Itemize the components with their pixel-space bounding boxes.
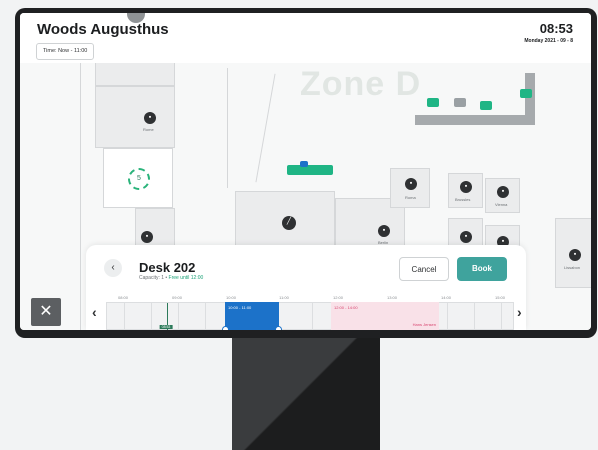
map-room-rome[interactable]: ▪ Rome <box>95 86 175 148</box>
timeline-tick: 10:00 <box>225 295 237 300</box>
timeline-tick: 12:00 <box>332 295 344 300</box>
map-room-lissabon[interactable]: ▪ Lissabon <box>555 218 591 288</box>
timeline[interactable]: 08:00 09:00 10:00 11:00 12:00 13:00 14:0… <box>106 295 514 330</box>
desk-icon: ▪ <box>405 178 417 190</box>
desk-bank <box>415 115 535 125</box>
close-button[interactable]: ✕ <box>31 298 61 326</box>
cancel-button[interactable]: Cancel <box>399 257 449 281</box>
desk-availability: Free until 12:00 <box>168 275 204 281</box>
booking-owner: Hans Jensen <box>412 322 436 327</box>
desk-icon: ▪ <box>460 231 472 243</box>
zone-label: Zone D <box>300 65 422 103</box>
map-room-stairs: ╱ <box>235 191 335 251</box>
time-filter-button[interactable]: Time: Now - 11:00 <box>36 43 95 60</box>
map-room[interactable]: ▪ <box>135 208 175 248</box>
desk-icon: ▪ <box>569 249 581 261</box>
timeline-tick: 09:00 <box>171 295 183 300</box>
existing-booking: 12:00 - 14:00 Hans Jensen <box>331 302 439 330</box>
slot-end-handle[interactable] <box>275 326 282 330</box>
map-wall <box>255 73 276 183</box>
chevron-left-icon: ‹ <box>111 262 115 273</box>
map-wall <box>227 68 228 188</box>
desk-icon: ▪ <box>378 225 390 237</box>
room-label: Brussles <box>455 197 471 202</box>
room-label: Roma <box>405 195 416 200</box>
booking-sheet: ‹ Desk 202 Capacity: 1 • Free until 12:0… <box>86 245 526 330</box>
timeline-prev-icon[interactable]: ‹ <box>92 304 97 320</box>
timeline-tick: 15:00 <box>494 295 506 300</box>
selected-slot[interactable]: 10:00 - 11:00 <box>222 302 282 330</box>
room-label: Vienna <box>495 202 508 207</box>
timeline-tick: 11:00 <box>279 295 289 300</box>
desk-free[interactable] <box>427 98 439 107</box>
building-title: Woods Augusthus <box>37 21 169 38</box>
timeline-next-icon[interactable]: › <box>517 304 522 320</box>
map-room-brussles[interactable]: ▪ Brussles <box>448 173 483 208</box>
back-button[interactable]: ‹ <box>104 259 122 277</box>
current-time-badge: 08:53 <box>159 325 173 329</box>
monitor-stand <box>232 335 380 450</box>
desk-cluster-free[interactable] <box>287 165 333 175</box>
header: Woods Augusthus Time: Now - 11:00 08:53 … <box>20 13 591 63</box>
date: Monday 2021 - 09 - 8 <box>524 38 573 44</box>
desk-bank <box>525 73 535 125</box>
desk-capacity: Capacity: 1 • <box>139 275 169 281</box>
map-wall <box>80 63 81 330</box>
desk-icon: ▪ <box>141 231 153 243</box>
room-label: Rome <box>143 127 154 132</box>
desk-icon: ▪ <box>144 112 156 124</box>
map-room-vienna[interactable]: ▪ Vienna <box>485 178 520 213</box>
desk-subtitle: Capacity: 1 • Free until 12:00 <box>139 275 203 281</box>
desk-icon: ▪ <box>497 186 509 198</box>
desk-202-selected[interactable] <box>300 161 308 167</box>
timeline-tick: 08:00 <box>117 295 129 300</box>
room-label: Lissabon <box>564 265 581 270</box>
desk-taken[interactable] <box>454 98 466 107</box>
timeline-tick: 13:00 <box>386 295 398 300</box>
unavailable-desk-marker[interactable]: 5 <box>128 168 150 190</box>
desk-title: Desk 202 <box>139 260 196 275</box>
kiosk-screen: ▪ Rome ▪ 5 ╱ ▪ Berlin ▪ Roma ▪ Brussles … <box>20 13 591 330</box>
map-room-roma[interactable]: ▪ Roma <box>390 168 430 208</box>
booking-times: 12:00 - 14:00 <box>334 305 358 310</box>
slot-start-handle[interactable] <box>222 326 229 330</box>
selected-slot-times: 10:00 - 11:00 <box>228 305 252 310</box>
timeline-tick: 14:00 <box>440 295 452 300</box>
desk-free[interactable] <box>520 89 532 98</box>
stairs-icon: ╱ <box>282 216 296 230</box>
close-icon: ✕ <box>39 303 53 320</box>
book-button[interactable]: Book <box>457 257 507 281</box>
desk-icon: ▪ <box>460 181 472 193</box>
desk-free[interactable] <box>480 101 492 110</box>
clock: 08:53 <box>539 21 573 36</box>
